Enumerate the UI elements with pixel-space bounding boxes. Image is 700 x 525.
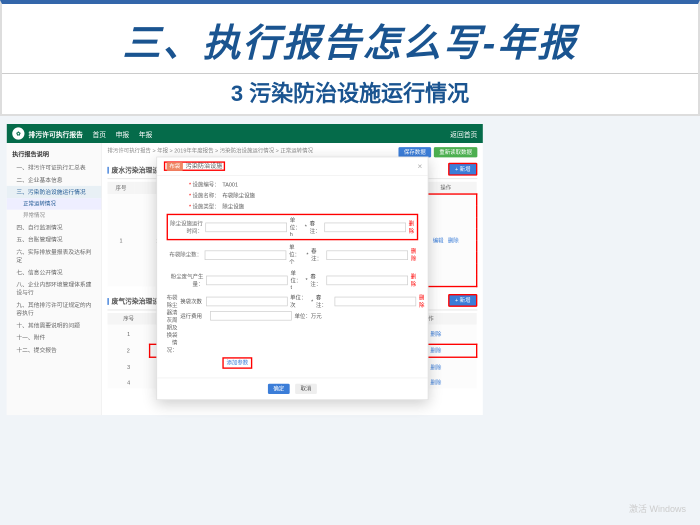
sidebar-item-11[interactable]: 十一、附件 — [7, 331, 102, 343]
sidebar-item-1[interactable]: 一、排污许可证执行汇总表 — [7, 161, 102, 173]
label-runtime: 除尘设施运行时间： — [170, 220, 203, 234]
label-type: 设施类型： — [192, 204, 219, 210]
back-home-link[interactable]: 返回首页 — [450, 128, 477, 138]
label-dust: 粉尘废气产生量： — [171, 273, 204, 287]
unit-label: 单位：t — [290, 270, 302, 291]
sidebar-item-2[interactable]: 二、企业基本信息 — [7, 174, 102, 186]
delete-param-link[interactable]: 删除 — [411, 247, 418, 262]
label-note: 春注： — [311, 247, 324, 262]
sidebar-item-5[interactable]: 五、台账管理情况 — [7, 233, 102, 245]
bagcount-input[interactable] — [205, 250, 287, 260]
unit-label: 单位：万元 — [294, 312, 321, 319]
note-input[interactable] — [327, 250, 409, 260]
label-cycle: 布袋除尘器清灰周期及换袋情况： — [167, 295, 178, 353]
runtime-input[interactable] — [205, 222, 287, 232]
label-code: 设施编号： — [192, 182, 219, 188]
sidebar-header: 执行报告说明 — [7, 147, 102, 161]
main-content: 排污许可执行报告 > 年报 > 2019年年度报告 > 污染防治设施运行情况 >… — [102, 143, 483, 415]
app-topbar: ✿ 排污许可执行报告 首页 申报 年报 返回首页 — [7, 124, 483, 143]
nav-annual[interactable]: 年报 — [139, 128, 153, 138]
modal-title-chip: 布袋 — [167, 162, 183, 171]
topbar-nav: 首页 申报 年报 — [92, 128, 152, 138]
sidebar-item-4[interactable]: 四、自行监测情况 — [7, 221, 102, 233]
sidebar-item-9[interactable]: 九、其他排污许可证规定的内容执行 — [7, 299, 102, 319]
label-note: 春注： — [310, 220, 322, 235]
sidebar: 执行报告说明 一、排污许可证执行汇总表 二、企业基本信息 三、污染防治设施运行情… — [7, 143, 102, 415]
delete-param-link[interactable]: 删除 — [419, 294, 424, 309]
cost-input[interactable] — [210, 311, 292, 321]
add-param-link[interactable]: 添加参数 — [222, 357, 252, 369]
app-name: 排污许可执行报告 — [29, 128, 83, 138]
sidebar-sub-abnormal[interactable]: 异常情况 — [7, 210, 102, 222]
label-note: 春注： — [316, 294, 332, 309]
slide-title-sub: 3 污染防治设施运行情况 — [2, 73, 698, 114]
sidebar-sub-normal[interactable]: 正常运转情况 — [7, 198, 102, 210]
cancel-button[interactable]: 取消 — [295, 384, 317, 394]
app-logo-icon: ✿ — [12, 127, 24, 139]
sidebar-item-10[interactable]: 十、其他需要说明的问题 — [7, 319, 102, 331]
label-name: 设施名称： — [192, 193, 219, 199]
unit-label: 单位：个 — [289, 244, 304, 266]
label-cost: 运行费用 — [180, 312, 207, 319]
unit-label: 单位：h — [290, 216, 302, 237]
label-note: 春注： — [310, 273, 323, 288]
bagchange-input[interactable] — [206, 297, 288, 307]
nav-report[interactable]: 申报 — [116, 128, 130, 138]
watermark: 激活 Windows — [629, 502, 686, 515]
sidebar-item-12[interactable]: 十二、提交报告 — [7, 344, 102, 356]
modal-title: 污染防治设施 — [186, 163, 223, 170]
sidebar-item-6[interactable]: 六、实际排放量报表及达标判定 — [7, 246, 102, 266]
value-name: 布袋除尘设施 — [222, 192, 418, 199]
value-type: 除尘设施 — [222, 203, 418, 210]
slide-title-main: 三、执行报告怎么写-年报 — [2, 4, 698, 71]
note-input[interactable] — [326, 275, 408, 285]
ok-button[interactable]: 确定 — [268, 384, 290, 394]
sidebar-item-3[interactable]: 三、污染防治设施运行情况 — [7, 186, 102, 198]
unit-label: 单位：次 — [290, 294, 308, 309]
note-input[interactable] — [324, 222, 406, 232]
modal-overlay: 布袋污染防治设施 × *设施编号：TA001 *设施名称：布袋除尘设施 *设施类… — [102, 143, 483, 415]
delete-param-link[interactable]: 删除 — [409, 220, 416, 235]
sidebar-item-8[interactable]: 八、企业内部环境管理体系建设与行 — [7, 278, 102, 298]
value-code: TA001 — [222, 182, 418, 188]
delete-param-link[interactable]: 删除 — [411, 273, 419, 288]
nav-home[interactable]: 首页 — [92, 128, 106, 138]
edit-modal: 布袋污染防治设施 × *设施编号：TA001 *设施名称：布袋除尘设施 *设施类… — [156, 157, 428, 400]
sidebar-item-7[interactable]: 七、信息公开情况 — [7, 266, 102, 278]
note-input[interactable] — [335, 297, 417, 307]
close-icon[interactable]: × — [418, 161, 423, 171]
dust-input[interactable] — [206, 275, 288, 285]
label-bagchange: 换袋次数 — [180, 298, 203, 305]
label-bagcount: 布袋除尘数： — [169, 252, 202, 258]
